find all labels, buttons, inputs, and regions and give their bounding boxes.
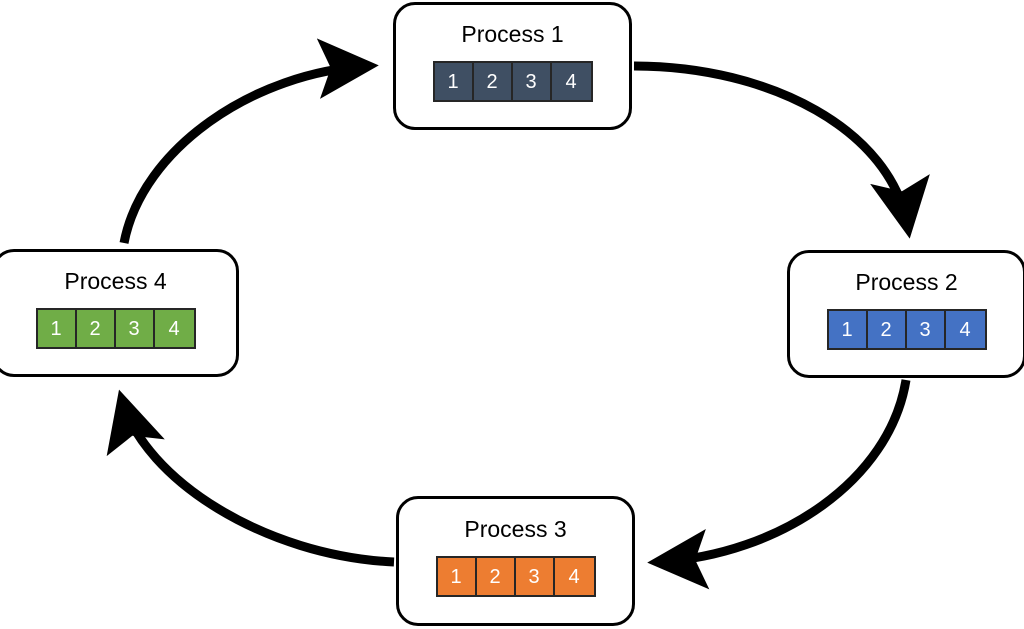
process-1-cell-1: 1 <box>434 63 474 100</box>
process-4-cell-1: 1 <box>37 310 77 347</box>
process-2-cell-2: 2 <box>867 311 907 348</box>
process-box-4[interactable]: Process 4 1 2 3 4 <box>0 249 239 377</box>
arrow-process2-to-process3 <box>647 379 911 590</box>
process-2-cell-1: 1 <box>828 311 868 348</box>
arrow-process1-to-process2 <box>633 61 930 239</box>
process-1-cell-2: 2 <box>473 63 513 100</box>
process-4-cell-2: 2 <box>76 310 116 347</box>
process-3-cell-1: 1 <box>437 558 477 595</box>
arrow-process4-to-process1 <box>119 38 379 244</box>
process-3-title: Process 3 <box>464 516 567 542</box>
arrow-process3-to-process4 <box>106 389 395 567</box>
process-3-cell-4: 4 <box>554 558 594 595</box>
process-2-title: Process 2 <box>855 269 958 295</box>
process-4-title: Process 4 <box>64 268 167 294</box>
process-3-cell-2: 2 <box>476 558 516 595</box>
process-1-title: Process 1 <box>461 21 564 47</box>
process-4-cells: 1 2 3 4 <box>35 308 196 349</box>
process-1-cell-4: 4 <box>551 63 591 100</box>
process-4-cell-4: 4 <box>154 310 194 347</box>
process-box-1[interactable]: Process 1 1 2 3 4 <box>393 2 632 130</box>
process-1-cell-3: 3 <box>512 63 552 100</box>
process-1-cells: 1 2 3 4 <box>432 61 593 102</box>
process-3-cells: 1 2 3 4 <box>435 556 596 597</box>
process-2-cell-4: 4 <box>945 311 985 348</box>
process-box-3[interactable]: Process 3 1 2 3 4 <box>396 496 635 626</box>
process-3-cell-3: 3 <box>515 558 555 595</box>
process-box-2[interactable]: Process 2 1 2 3 4 <box>787 250 1024 378</box>
process-2-cell-3: 3 <box>906 311 946 348</box>
process-4-cell-3: 3 <box>115 310 155 347</box>
process-2-cells: 1 2 3 4 <box>826 309 987 350</box>
diagram-canvas: Process 1 1 2 3 4 Process 2 1 2 3 4 Proc… <box>0 0 1024 629</box>
